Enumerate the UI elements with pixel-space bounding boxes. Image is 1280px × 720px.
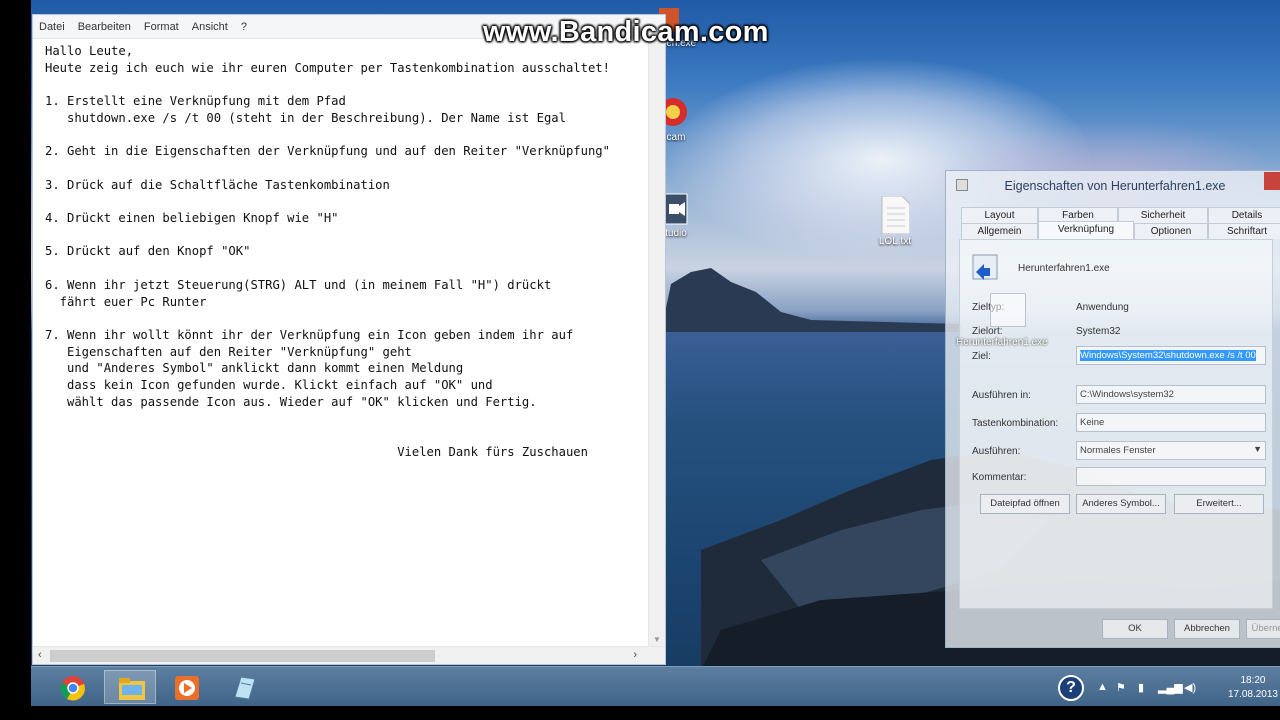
menu-bearbeiten[interactable]: Bearbeiten xyxy=(78,21,131,33)
clock-time: 18:20 xyxy=(1240,675,1266,686)
taskbar-chrome-button[interactable] xyxy=(47,670,99,704)
label-zielort: Zielort: xyxy=(972,326,1003,337)
anderes-symbol-button[interactable]: Anderes Symbol... xyxy=(1076,494,1166,514)
erweitert-button[interactable]: Erweitert... xyxy=(1174,494,1264,514)
value-zielort: System32 xyxy=(1076,326,1121,337)
desktop-icon-label: cam xyxy=(666,132,686,143)
tab-verknuepfung[interactable]: Verknüpfung xyxy=(1038,221,1134,239)
ziel-input[interactable]: Windows\System32\shutdown.exe /s /t 00 xyxy=(1076,346,1266,365)
system-tray: ? ▲ ⚑ ▮ ▂▄▆ ◀) 18:20 17.08.2013 xyxy=(1050,667,1280,706)
ok-button[interactable]: OK xyxy=(1102,619,1168,639)
tab-optionen[interactable]: Optionen xyxy=(1134,223,1208,239)
desktop-icon-lol-txt[interactable]: LOL.txt xyxy=(860,196,930,247)
shortcut-file-name: Herunterfahren1.exe xyxy=(1018,263,1110,274)
media-player-icon xyxy=(175,676,199,700)
menu-datei[interactable]: Datei xyxy=(39,21,65,33)
ausfuehren-select[interactable]: Normales Fenster ▼ xyxy=(1076,441,1266,460)
taskbar-media-button[interactable] xyxy=(161,670,213,704)
abbrechen-button[interactable]: Abbrechen xyxy=(1174,619,1240,639)
folder-icon xyxy=(119,678,145,700)
window-system-icon[interactable] xyxy=(956,179,968,191)
label-ausfuehren: Ausführen: xyxy=(972,446,1021,457)
desktop-icon-label: tudio xyxy=(665,228,687,239)
dialog-title: Eigenschaften von Herunterfahren1.exe xyxy=(1004,179,1226,193)
horizontal-scrollbar[interactable]: ‹ › xyxy=(33,646,665,664)
notepad-window: Datei Bearbeiten Format Ansicht ? Hallo … xyxy=(32,14,666,665)
taskbar-explorer-button[interactable] xyxy=(104,670,156,704)
tab-details[interactable]: Details xyxy=(1208,207,1280,223)
desktop-screen: ahren.exe cam tudio LOL.txt Datei Bearbe… xyxy=(31,0,1280,706)
ziel-selected-text: Windows\System32\shutdown.exe /s /t 00 xyxy=(1080,350,1256,361)
menu-format[interactable]: Format xyxy=(144,21,179,33)
taskbar: ? ▲ ⚑ ▮ ▂▄▆ ◀) 18:20 17.08.2013 xyxy=(31,666,1280,706)
label-ausfuehren-in: Ausführen in: xyxy=(972,390,1031,401)
dragged-file-icon xyxy=(990,293,1026,327)
vertical-scrollbar[interactable]: ▼ xyxy=(648,40,665,646)
notepad-icon xyxy=(234,676,256,700)
scroll-down-icon[interactable]: ▼ xyxy=(653,635,661,644)
network-signal-icon[interactable]: ▂▄▆ xyxy=(1158,681,1183,694)
dragged-file-label: Herunterfahren1.exe xyxy=(956,337,1048,348)
help-icon[interactable]: ? xyxy=(1058,675,1084,701)
desktop-icon-label: LOL.txt xyxy=(878,236,912,247)
battery-icon[interactable]: ▮ xyxy=(1138,681,1144,694)
menu-ansicht[interactable]: Ansicht xyxy=(192,21,228,33)
uebernehmen-button[interactable]: Übernehmen xyxy=(1246,619,1280,639)
properties-dialog: Eigenschaften von Herunterfahren1.exe La… xyxy=(945,170,1280,648)
tastenkombination-input[interactable]: Keine xyxy=(1076,413,1266,432)
show-hidden-icons-icon[interactable]: ▲ xyxy=(1097,681,1108,693)
tab-schriftart[interactable]: Schriftart xyxy=(1208,223,1280,239)
label-kommentar: Kommentar: xyxy=(972,472,1027,483)
value-zieltyp: Anwendung xyxy=(1076,302,1129,313)
close-button[interactable] xyxy=(1264,172,1280,190)
wallpaper-mountains xyxy=(661,268,961,332)
scroll-right-icon[interactable]: › xyxy=(633,649,637,661)
menu-help[interactable]: ? xyxy=(241,21,247,33)
shortcut-file-icon xyxy=(972,254,998,280)
scroll-left-icon[interactable]: ‹ xyxy=(38,649,42,661)
notepad-text-area[interactable]: Hallo Leute, Heute zeig ich euch wie ihr… xyxy=(35,41,647,646)
ausfuehren-in-input[interactable]: C:\Windows\system32 xyxy=(1076,385,1266,404)
tab-row-2: Allgemein Verknüpfung Optionen Schriftar… xyxy=(961,221,1280,239)
text-file-icon xyxy=(881,196,910,234)
clock-date: 17.08.2013 xyxy=(1227,689,1278,700)
ausfuehren-selected: Normales Fenster xyxy=(1080,445,1156,456)
kommentar-input[interactable] xyxy=(1076,467,1266,486)
dateipfad-oeffnen-button[interactable]: Dateipfad öffnen xyxy=(980,494,1070,514)
tab-allgemein[interactable]: Allgemein xyxy=(961,223,1038,239)
chrome-icon xyxy=(60,676,85,701)
volume-icon[interactable]: ◀) xyxy=(1184,681,1196,694)
label-ziel: Ziel: xyxy=(972,351,991,362)
label-tastenkombination: Tastenkombination: xyxy=(972,418,1059,429)
scrollbar-thumb[interactable] xyxy=(50,650,435,662)
action-center-flag-icon[interactable]: ⚑ xyxy=(1116,681,1126,694)
bandicam-watermark: www.Bandicam.com xyxy=(483,16,769,48)
chevron-down-icon: ▼ xyxy=(1253,444,1262,454)
clock[interactable]: 18:20 17.08.2013 xyxy=(1228,674,1278,702)
taskbar-notepad-button[interactable] xyxy=(218,670,270,704)
dialog-titlebar: Eigenschaften von Herunterfahren1.exe xyxy=(946,171,1280,199)
tab-layout[interactable]: Layout xyxy=(961,207,1038,223)
